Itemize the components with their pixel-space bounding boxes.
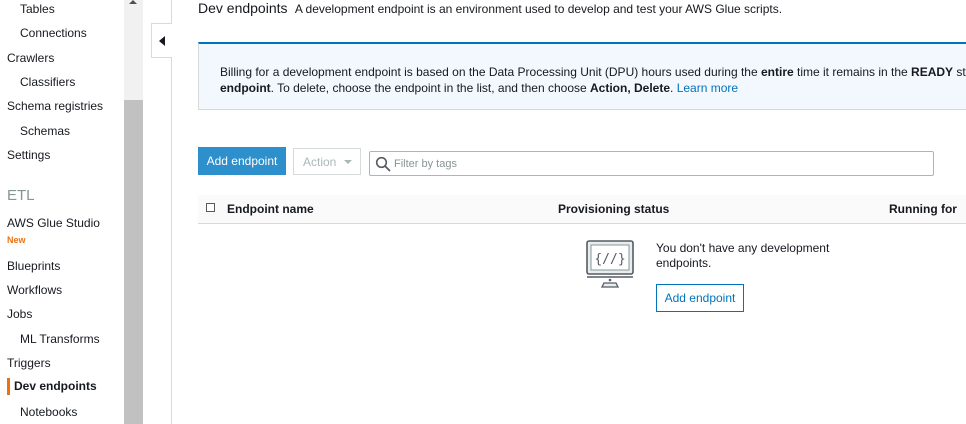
info-text: state xyxy=(956,65,966,79)
billing-info-box: Billing for a development endpoint is ba… xyxy=(198,42,966,110)
sidebar-item-workflows[interactable]: Workflows xyxy=(7,283,62,297)
collapse-sidebar-button[interactable] xyxy=(151,23,172,58)
sidebar-item-glue-studio[interactable]: AWS Glue Studio xyxy=(7,216,100,230)
action-label: Action xyxy=(303,154,337,169)
scroll-up-arrow-icon[interactable] xyxy=(124,0,143,8)
sidebar-nav: Tables Connections Crawlers Classifiers … xyxy=(0,0,124,424)
info-line-2: endpoint. To delete, choose the endpoint… xyxy=(220,80,966,96)
column-provisioning-status[interactable]: Provisioning status xyxy=(558,202,669,216)
info-text: . xyxy=(670,81,677,95)
filter-input[interactable] xyxy=(394,153,924,174)
sidebar-item-blueprints[interactable]: Blueprints xyxy=(7,259,60,273)
search-icon xyxy=(375,156,391,172)
page-description: A development endpoint is an environment… xyxy=(294,2,783,16)
add-endpoint-empty-button[interactable]: Add endpoint xyxy=(656,284,744,312)
column-endpoint-name[interactable]: Endpoint name xyxy=(227,202,314,216)
info-text: Billing for a development endpoint is ba… xyxy=(220,65,761,79)
column-running-for[interactable]: Running for xyxy=(889,202,957,216)
caret-down-icon xyxy=(344,160,352,164)
info-text: time it remains in the xyxy=(793,65,912,79)
info-bold-entire: entire xyxy=(760,65,794,79)
learn-more-link[interactable]: Learn more xyxy=(677,81,738,95)
sidebar-item-dev-endpoints[interactable]: Dev endpoints xyxy=(7,378,97,395)
sidebar-item-connections[interactable]: Connections xyxy=(20,26,87,40)
info-bold-endpoint: endpoint xyxy=(220,81,271,95)
empty-message: You don't have any development endpoints… xyxy=(656,241,830,270)
info-text: . To delete, choose the endpoint in the … xyxy=(270,81,590,95)
sidebar-item-tables[interactable]: Tables xyxy=(20,2,55,16)
sidebar-item-jobs[interactable]: Jobs xyxy=(7,307,32,321)
svg-text:{//}: {//} xyxy=(594,252,625,267)
action-dropdown-button[interactable]: Action xyxy=(293,148,361,175)
add-endpoint-button[interactable]: Add endpoint xyxy=(198,147,286,175)
sidebar-scrollbar-thumb[interactable] xyxy=(124,100,143,424)
sidebar-item-schemas[interactable]: Schemas xyxy=(20,124,70,138)
info-line-1: Billing for a development endpoint is ba… xyxy=(220,64,966,80)
page-header: Dev endpoints A development endpoint is … xyxy=(198,0,782,16)
select-all-checkbox[interactable] xyxy=(206,203,215,212)
sidebar-item-classifiers[interactable]: Classifiers xyxy=(20,75,75,89)
sidebar-item-triggers[interactable]: Triggers xyxy=(7,356,51,370)
code-monitor-icon: {//} xyxy=(586,240,634,288)
info-bold-action: Action, Delete xyxy=(590,81,671,95)
table-header: Endpoint name Provisioning status Runnin… xyxy=(198,195,966,224)
sidebar-gutter xyxy=(143,0,172,424)
sidebar-item-schema-registries[interactable]: Schema registries xyxy=(7,99,103,113)
sidebar-section-etl: ETL xyxy=(7,187,35,204)
sidebar-item-notebooks[interactable]: Notebooks xyxy=(20,405,77,419)
sidebar-item-settings[interactable]: Settings xyxy=(7,148,50,162)
new-badge: New xyxy=(7,235,26,245)
sidebar-item-ml-transforms[interactable]: ML Transforms xyxy=(20,332,100,346)
info-bold-ready: READY xyxy=(911,65,954,79)
page-title: Dev endpoints xyxy=(198,0,288,16)
sidebar-item-crawlers[interactable]: Crawlers xyxy=(7,51,54,65)
filter-by-tags-box[interactable] xyxy=(369,151,934,176)
